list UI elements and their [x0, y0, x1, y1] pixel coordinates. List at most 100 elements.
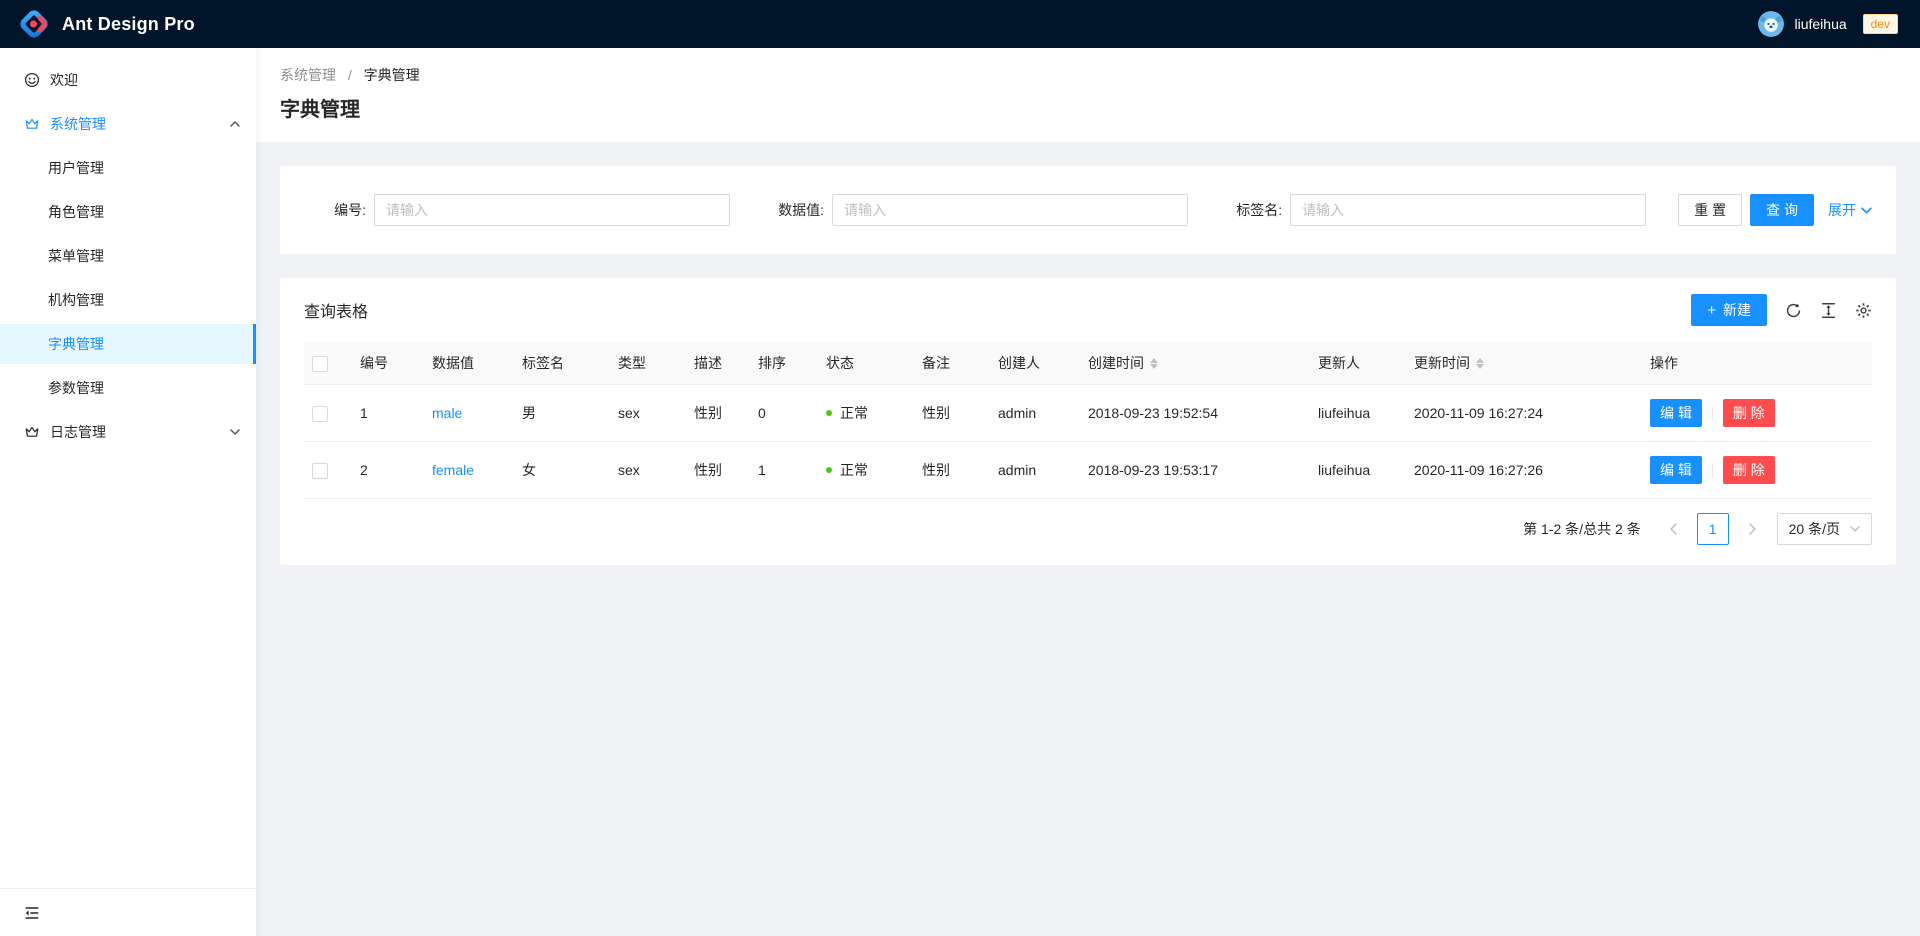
ant-design-logo-icon [18, 8, 50, 40]
cell-desc: 性别 [686, 385, 750, 442]
sidebar-item-param-mgmt[interactable]: 参数管理 [0, 368, 256, 408]
breadcrumb-current: 字典管理 [364, 67, 420, 83]
divider [1712, 407, 1713, 421]
select-all-checkbox[interactable] [312, 356, 328, 372]
cell-updater: liufeihua [1310, 385, 1406, 442]
sidebar-collapse-trigger[interactable] [0, 888, 256, 936]
cell-updated: 2020-11-09 16:27:26 [1406, 442, 1642, 499]
filter-actions: 重 置 查 询 展开 [1678, 194, 1872, 226]
header-user-area[interactable]: liufeihua dev [1758, 11, 1904, 37]
sidebar-submenu-label: 日志管理 [50, 422, 106, 442]
sidebar-submenu-label: 系统管理 [50, 114, 106, 134]
delete-button[interactable]: 删 除 [1723, 399, 1775, 427]
status-label: 正常 [840, 460, 868, 480]
sidebar-item-user-mgmt[interactable]: 用户管理 [0, 148, 256, 188]
cell-sort: 1 [750, 442, 818, 499]
page-title: 字典管理 [280, 96, 1896, 124]
pagination: 第 1-2 条/总共 2 条 1 20 条/页 [280, 499, 1896, 561]
row-checkbox[interactable] [312, 406, 328, 422]
chevron-down-icon [1850, 526, 1860, 532]
data-value-input[interactable] [832, 194, 1188, 226]
cell-type: sex [610, 385, 686, 442]
chevron-down-icon [230, 429, 240, 435]
cell-value-link[interactable]: female [432, 462, 474, 478]
sidebar-item-role-mgmt[interactable]: 角色管理 [0, 192, 256, 232]
username[interactable]: liufeihua [1794, 16, 1846, 32]
col-header-id: 编号 [352, 342, 424, 385]
filter-label: 编号: [304, 200, 366, 220]
user-avatar[interactable] [1758, 11, 1784, 37]
cell-tag: 男 [514, 385, 610, 442]
cell-type: sex [610, 442, 686, 499]
status-label: 正常 [840, 403, 868, 423]
brand[interactable]: Ant Design Pro [18, 8, 195, 40]
breadcrumb: 系统管理 / 字典管理 [280, 64, 1896, 86]
sidebar-item-label: 角色管理 [48, 202, 104, 222]
pagination-total: 第 1-2 条/总共 2 条 [1523, 519, 1640, 539]
sidebar-submenu-log[interactable]: 日志管理 [0, 412, 256, 452]
status-badge: 正常 [826, 403, 868, 423]
table-card: 查询表格 + 新建 [280, 278, 1896, 565]
page-header: 系统管理 / 字典管理 字典管理 [256, 48, 1920, 142]
row-checkbox[interactable] [312, 463, 328, 479]
col-header-label: 创建时间 [1088, 353, 1144, 373]
edit-button[interactable]: 编 辑 [1650, 399, 1702, 427]
filter-field-id: 编号: [304, 194, 762, 226]
col-header-updater: 更新人 [1310, 342, 1406, 385]
cell-remark: 性别 [914, 442, 990, 499]
sidebar-item-menu-mgmt[interactable]: 菜单管理 [0, 236, 256, 276]
density-icon[interactable] [1820, 302, 1837, 319]
reset-button[interactable]: 重 置 [1678, 194, 1742, 226]
main-content: 系统管理 / 字典管理 字典管理 编号: 数据值: 标签名: [256, 48, 1920, 936]
sidebar-submenu-system[interactable]: 系统管理 [0, 104, 256, 144]
filter-field-tag: 标签名: [1220, 194, 1678, 226]
new-button-label: 新建 [1723, 300, 1751, 320]
col-header-creator: 创建人 [990, 342, 1080, 385]
status-badge: 正常 [826, 460, 868, 480]
filter-card: 编号: 数据值: 标签名: 重 置 查 询 展开 [280, 166, 1896, 254]
sidebar-item-label: 字典管理 [48, 334, 104, 354]
expand-toggle[interactable]: 展开 [1828, 200, 1872, 220]
new-button[interactable]: + 新建 [1691, 294, 1767, 326]
reload-icon[interactable] [1785, 302, 1802, 319]
app-title: Ant Design Pro [62, 14, 195, 35]
cell-id: 1 [352, 385, 424, 442]
sidebar-item-welcome[interactable]: 欢迎 [0, 60, 256, 100]
settings-gear-icon[interactable] [1855, 302, 1872, 319]
tag-name-input[interactable] [1290, 194, 1646, 226]
table-row: 2 female 女 sex 性别 1 正常 性别 admin 2018-09-… [304, 442, 1872, 499]
filter-field-value: 数据值: [762, 194, 1220, 226]
status-dot-icon [826, 467, 832, 473]
breadcrumb-parent[interactable]: 系统管理 [280, 67, 336, 83]
toolbar-actions: + 新建 [1691, 294, 1872, 326]
id-input[interactable] [374, 194, 730, 226]
pagination-prev-icon[interactable] [1657, 513, 1689, 545]
table-toolbar: 查询表格 + 新建 [280, 278, 1896, 342]
sidebar: 欢迎 系统管理 用户管理 角色管理 菜单管理 [0, 48, 256, 936]
col-header-remark: 备注 [914, 342, 990, 385]
sidebar-item-label: 用户管理 [48, 158, 104, 178]
data-table: 编号 数据值 标签名 类型 描述 排序 状态 备注 创建人 创建时间 [304, 342, 1872, 499]
cell-value-link[interactable]: male [432, 405, 462, 421]
delete-button[interactable]: 删 除 [1723, 456, 1775, 484]
col-header-sort: 排序 [750, 342, 818, 385]
sidebar-item-org-mgmt[interactable]: 机构管理 [0, 280, 256, 320]
search-button[interactable]: 查 询 [1750, 194, 1814, 226]
page-size-select[interactable]: 20 条/页 [1777, 513, 1872, 545]
menu-fold-icon [24, 905, 40, 921]
breadcrumb-separator: / [348, 67, 352, 83]
col-header-created[interactable]: 创建时间 [1080, 342, 1310, 385]
pagination-page-1[interactable]: 1 [1697, 513, 1729, 545]
sidebar-menu: 欢迎 系统管理 用户管理 角色管理 菜单管理 [0, 48, 256, 888]
sidebar-item-label: 欢迎 [50, 70, 78, 90]
sorter-icon[interactable] [1150, 358, 1158, 369]
col-header-value: 数据值 [424, 342, 514, 385]
page-size-value: 20 条/页 [1789, 519, 1840, 539]
sidebar-item-dict-mgmt[interactable]: 字典管理 [0, 324, 256, 364]
col-header-updated[interactable]: 更新时间 [1406, 342, 1642, 385]
cell-remark: 性别 [914, 385, 990, 442]
edit-button[interactable]: 编 辑 [1650, 456, 1702, 484]
divider [1712, 464, 1713, 478]
pagination-next-icon[interactable] [1737, 513, 1769, 545]
sorter-icon[interactable] [1476, 358, 1484, 369]
